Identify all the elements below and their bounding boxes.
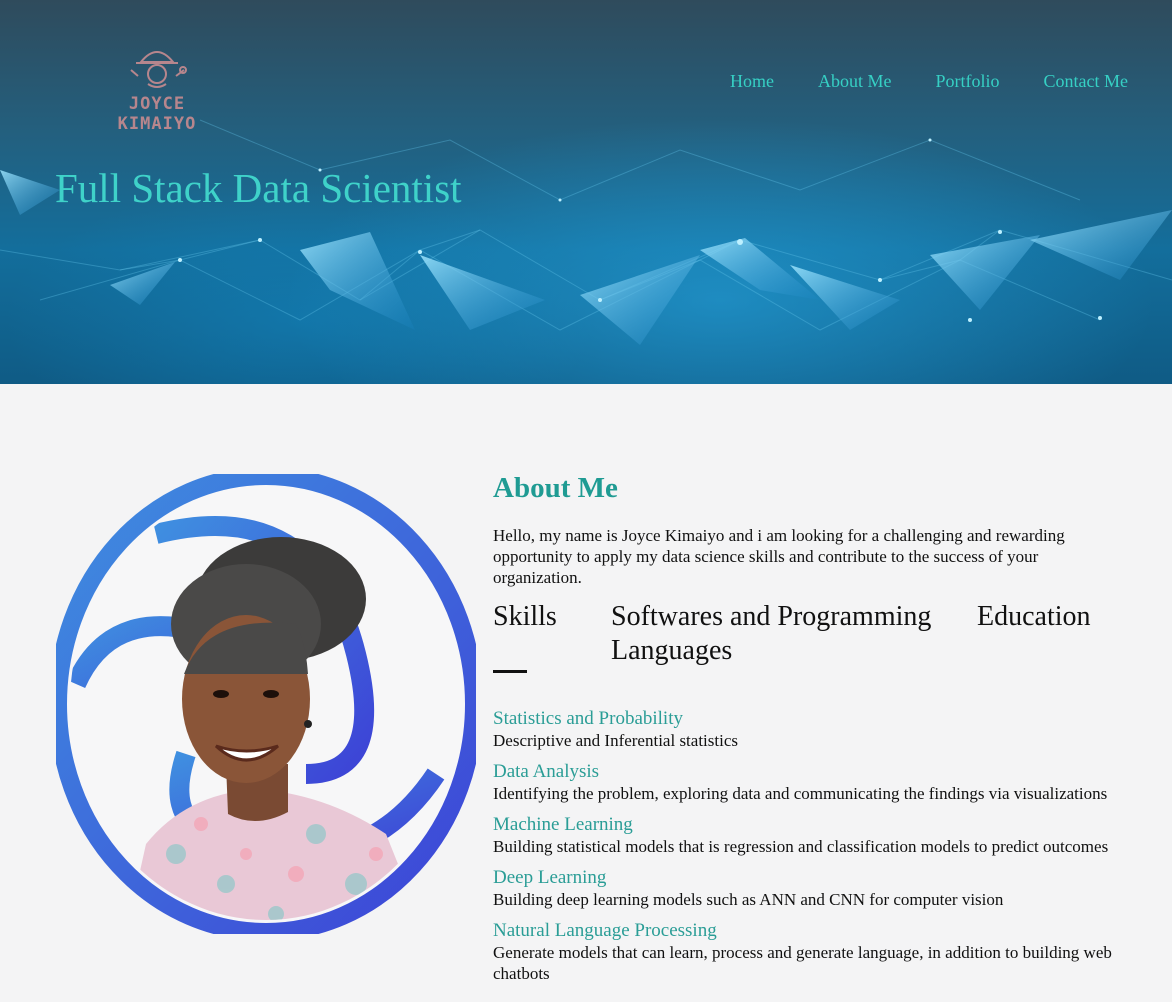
skill-name: Natural Language Processing: [493, 920, 717, 941]
about-intro: Hello, my name is Joyce Kimaiyo and i am…: [493, 526, 1065, 587]
skill-name: Statistics and Probability: [493, 708, 683, 729]
nav-portfolio[interactable]: Portfolio: [936, 71, 1000, 92]
skill-description: Descriptive and Inferential statistics: [493, 731, 738, 750]
list-item: Statistics and Probability Descriptive a…: [493, 708, 1153, 751]
hardhat-gear-icon: [130, 51, 187, 88]
list-item: Deep Learning Building deep learning mod…: [493, 867, 1153, 910]
skill-description: Identifying the problem, exploring data …: [493, 784, 1108, 803]
about-tabs: Skills Softwares and Programming Languag…: [493, 600, 1153, 690]
list-item: Natural Language Processing Generate mod…: [493, 920, 1153, 984]
list-item: Data Analysis Identifying the problem, e…: [493, 761, 1153, 804]
hero-banner: JOYCE KIMAIYO Home About Me Portfolio Co…: [0, 0, 1172, 384]
skill-description: Building statistical models that is regr…: [493, 837, 1109, 856]
hero-title: Full Stack Data Scientist: [55, 165, 462, 211]
site-logo[interactable]: JOYCE KIMAIYO: [86, 40, 228, 134]
tab-softwares-programming[interactable]: Softwares and Programming Languages: [611, 600, 941, 668]
skill-name: Data Analysis: [493, 761, 600, 782]
tab-skills[interactable]: Skills: [493, 600, 557, 634]
nav-contact-me[interactable]: Contact Me: [1044, 71, 1128, 92]
logo-text: JOYCE KIMAIYO: [117, 94, 197, 134]
skill-name: Deep Learning: [493, 867, 607, 888]
skill-description: Building deep learning models such as AN…: [493, 890, 1004, 909]
about-heading: About Me: [493, 472, 618, 504]
skill-description: Generate models that can learn, process …: [493, 943, 1112, 983]
tab-education[interactable]: Education: [977, 600, 1091, 634]
main-nav: Home About Me Portfolio Contact Me: [730, 71, 1128, 92]
about-content: About Me Hello, my name is Joyce Kimaiyo…: [493, 472, 1153, 994]
nav-about-me[interactable]: About Me: [818, 71, 892, 92]
profile-photo: [49, 467, 483, 941]
skill-name: Machine Learning: [493, 814, 633, 835]
skills-list: Statistics and Probability Descriptive a…: [493, 708, 1153, 984]
active-tab-underline: [493, 670, 527, 673]
nav-home[interactable]: Home: [730, 71, 774, 92]
list-item: Machine Learning Building statistical mo…: [493, 814, 1153, 857]
